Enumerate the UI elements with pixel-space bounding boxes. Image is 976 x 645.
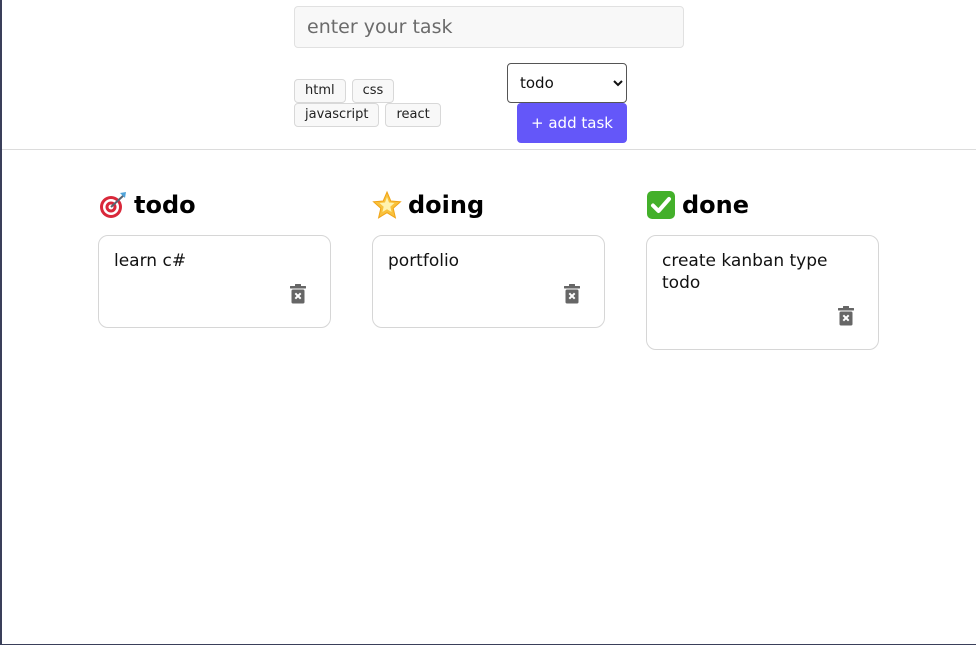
tag-list: html css javascript react — [294, 79, 474, 127]
add-task-button[interactable]: + add task — [517, 103, 627, 143]
tag-css[interactable]: css — [351, 79, 395, 103]
card-actions — [662, 305, 863, 327]
tag-row: html css — [294, 79, 474, 103]
task-card: learn c# — [98, 235, 331, 328]
card-actions — [114, 283, 315, 305]
tag-html[interactable]: html — [294, 79, 346, 103]
task-text: create kanban type todo — [662, 251, 828, 293]
trash-icon[interactable] — [835, 305, 857, 327]
check-icon — [647, 191, 675, 219]
task-text: portfolio — [388, 251, 460, 271]
tag-javascript[interactable]: javascript — [294, 103, 380, 127]
task-form: htmlcss javascriptreact todo doing done … — [2, 0, 976, 150]
target-icon — [100, 192, 126, 218]
column-title: doing — [408, 191, 485, 219]
tag-row: javascript react — [294, 103, 474, 127]
task-text: learn c# — [114, 251, 187, 271]
column-heading: done — [646, 190, 879, 220]
column-heading: todo — [98, 190, 331, 220]
card-actions — [388, 283, 589, 305]
trash-icon[interactable] — [287, 283, 309, 305]
star-icon — [372, 190, 402, 219]
status-select[interactable]: todo doing done — [507, 63, 627, 103]
task-card: create kanban type todo — [646, 235, 879, 350]
column-title: done — [682, 191, 750, 219]
column-heading: doing — [372, 190, 605, 220]
column-todo: todo learn c# — [98, 190, 331, 328]
task-card: portfolio — [372, 235, 605, 328]
task-input[interactable] — [294, 6, 684, 48]
column-doing: doing portfolio — [372, 190, 605, 328]
column-title: todo — [134, 191, 196, 219]
trash-icon[interactable] — [561, 283, 583, 305]
column-done: done create kanban type todo — [646, 190, 879, 350]
tag-react[interactable]: react — [385, 103, 441, 127]
